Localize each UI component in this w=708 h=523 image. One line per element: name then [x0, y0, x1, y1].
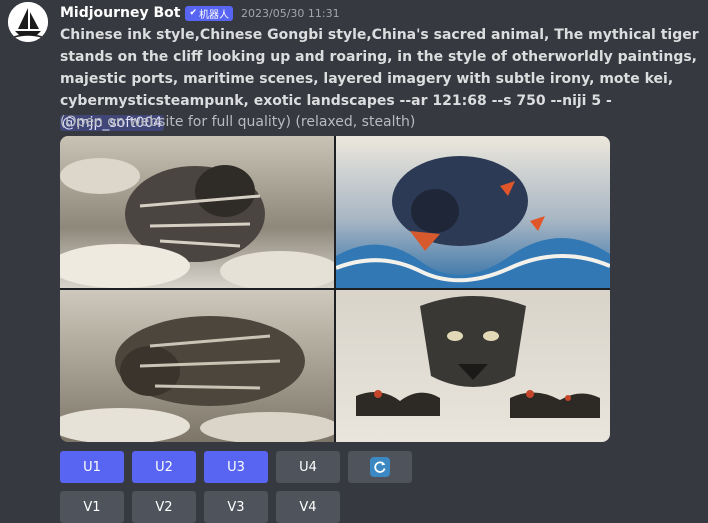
tiger-crouching-tile-3 [60, 290, 340, 442]
v3-button[interactable]: V3 [204, 491, 268, 523]
quality-note: (Open on website for full quality) (rela… [60, 114, 416, 130]
author-name[interactable]: Midjourney Bot [60, 5, 180, 21]
generated-image-grid[interactable] [60, 136, 610, 442]
bot-badge: ✔ 机器人 [185, 5, 234, 21]
prompt-text: Chinese ink style,Chinese Gongbi style,C… [60, 27, 699, 109]
message-header: Midjourney Bot ✔ 机器人 2023/05/30 11:31 [60, 3, 340, 23]
variation-button-row: V1 V2 V3 V4 [60, 491, 340, 523]
v2-button[interactable]: V2 [132, 491, 196, 523]
reroll-button[interactable] [348, 451, 412, 483]
v4-button[interactable]: V4 [276, 491, 340, 523]
u1-button[interactable]: U1 [60, 451, 124, 483]
bot-avatar[interactable] [8, 2, 48, 42]
tiger-ink-wash-tile-1 [60, 136, 340, 291]
tiger-face-front-tile-4 [336, 290, 610, 442]
refresh-icon [370, 457, 390, 477]
u3-button[interactable]: U3 [204, 451, 268, 483]
u2-button[interactable]: U2 [132, 451, 196, 483]
tiger-blue-waves-tile-2 [335, 136, 610, 288]
v1-button[interactable]: V1 [60, 491, 124, 523]
chat-message: Midjourney Bot ✔ 机器人 2023/05/30 11:31 Ch… [0, 0, 708, 523]
message-timestamp[interactable]: 2023/05/30 11:31 [241, 7, 340, 20]
upscale-button-row: U1 U2 U3 U4 [60, 451, 412, 483]
bot-badge-label: 机器人 [199, 9, 230, 21]
verified-check-icon: ✔ [189, 8, 198, 18]
sailboat-icon [8, 2, 48, 42]
u4-button[interactable]: U4 [276, 451, 340, 483]
